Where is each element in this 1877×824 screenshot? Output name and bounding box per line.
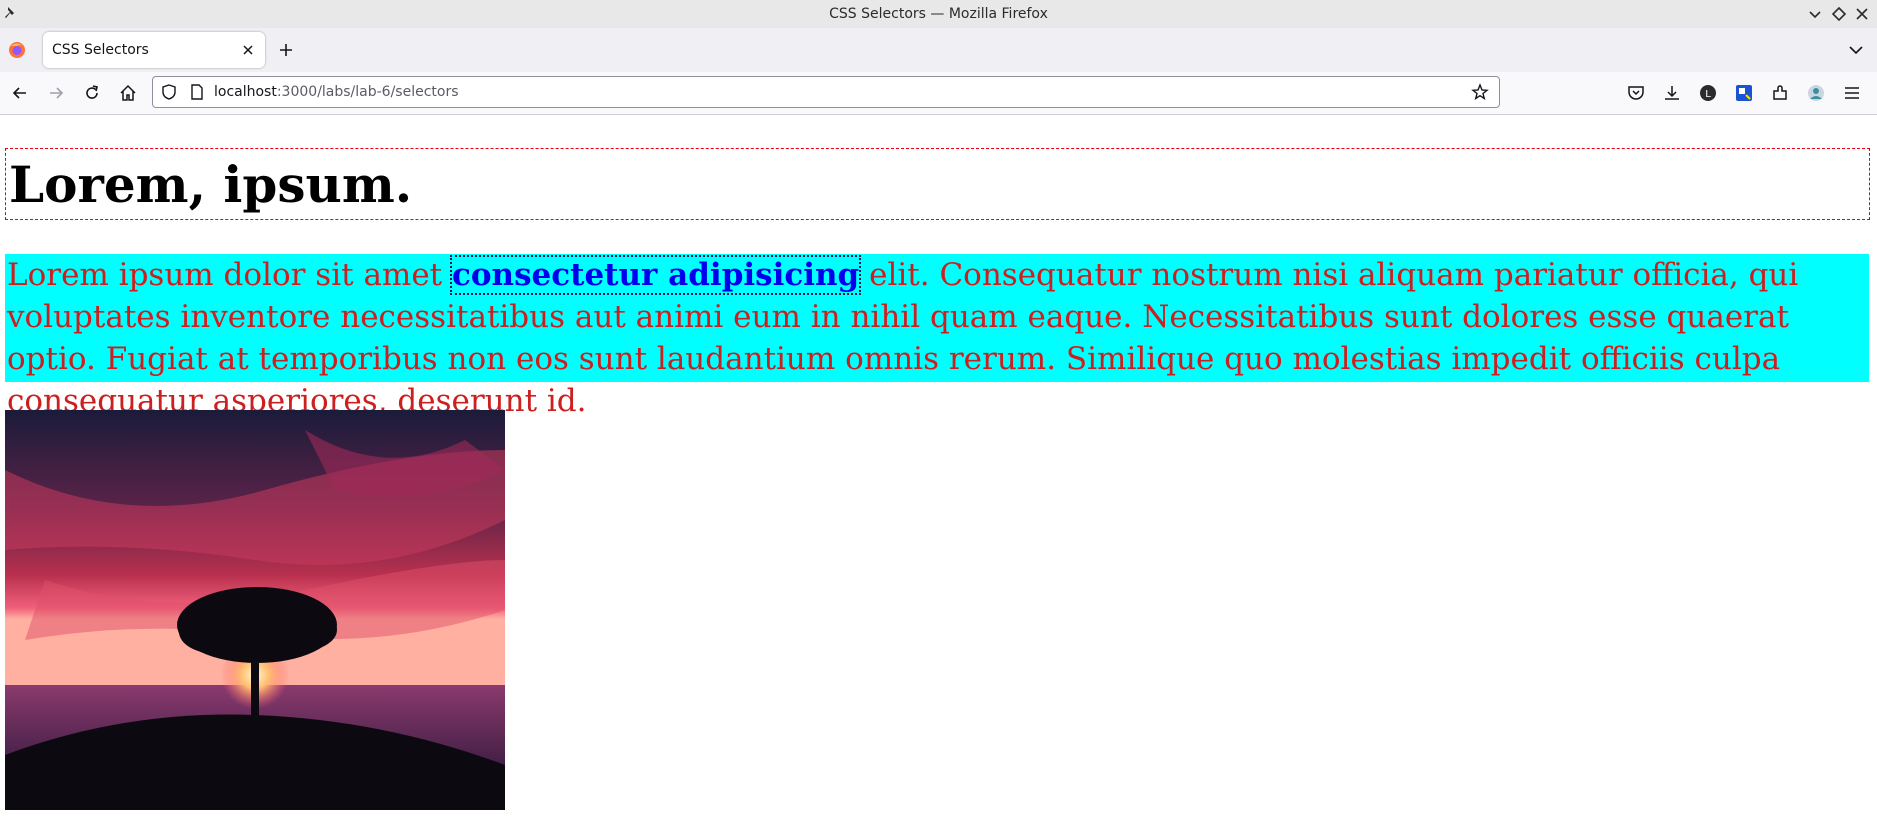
close-tab-icon[interactable] — [239, 41, 257, 59]
address-bar[interactable]: localhost:3000/labs/lab-6/selectors — [152, 76, 1500, 108]
tab-label: CSS Selectors — [52, 42, 149, 58]
bookmark-star-icon[interactable] — [1471, 83, 1489, 101]
url-path: :3000/labs/lab-6/selectors — [276, 84, 459, 100]
menu-icon[interactable] — [1842, 83, 1862, 103]
navigation-toolbar: localhost:3000/labs/lab-6/selectors L — [0, 72, 1877, 115]
reload-icon[interactable] — [82, 83, 102, 103]
maximize-icon[interactable] — [1830, 5, 1848, 23]
tab-strip: CSS Selectors — [0, 28, 1877, 72]
page-heading: Lorem, ipsum. — [5, 148, 1870, 220]
paragraph-text-start: Lorem ipsum dolor sit amet — [7, 257, 452, 293]
pocket-icon[interactable] — [1626, 83, 1646, 103]
intro-paragraph: Lorem ipsum dolor sit amet consectetur a… — [5, 254, 1869, 419]
page-content: Lorem, ipsum. Lorem ipsum dolor sit amet… — [0, 115, 1877, 824]
home-icon[interactable] — [118, 83, 138, 103]
page-info-icon[interactable] — [189, 84, 205, 100]
account-icon[interactable]: L — [1698, 83, 1718, 103]
extensions-icon[interactable] — [1770, 83, 1790, 103]
url-host: localhost — [214, 84, 277, 100]
firefox-logo-icon — [9, 42, 25, 58]
tracking-protection-shield-icon[interactable] — [161, 84, 177, 100]
new-tab-icon[interactable] — [276, 40, 296, 60]
svg-text:L: L — [1705, 89, 1711, 100]
back-arrow-icon[interactable] — [10, 83, 30, 103]
tab-css-selectors[interactable]: CSS Selectors — [43, 32, 265, 68]
list-all-tabs-icon[interactable] — [1847, 41, 1865, 59]
emphasized-text: consectetur adipisicing — [449, 255, 862, 295]
extension-icon[interactable] — [1734, 83, 1754, 103]
window-titlebar: CSS Selectors — Mozilla Firefox — [0, 0, 1877, 28]
minimize-icon[interactable] — [1806, 5, 1824, 23]
download-icon[interactable] — [1662, 83, 1682, 103]
url-text: localhost:3000/labs/lab-6/selectors — [214, 77, 459, 107]
sunset-tree-image — [5, 410, 505, 810]
forward-arrow-icon[interactable] — [46, 83, 66, 103]
profile-icon[interactable] — [1806, 83, 1826, 103]
window-title: CSS Selectors — Mozilla Firefox — [829, 6, 1048, 22]
close-window-icon[interactable] — [1853, 5, 1871, 23]
